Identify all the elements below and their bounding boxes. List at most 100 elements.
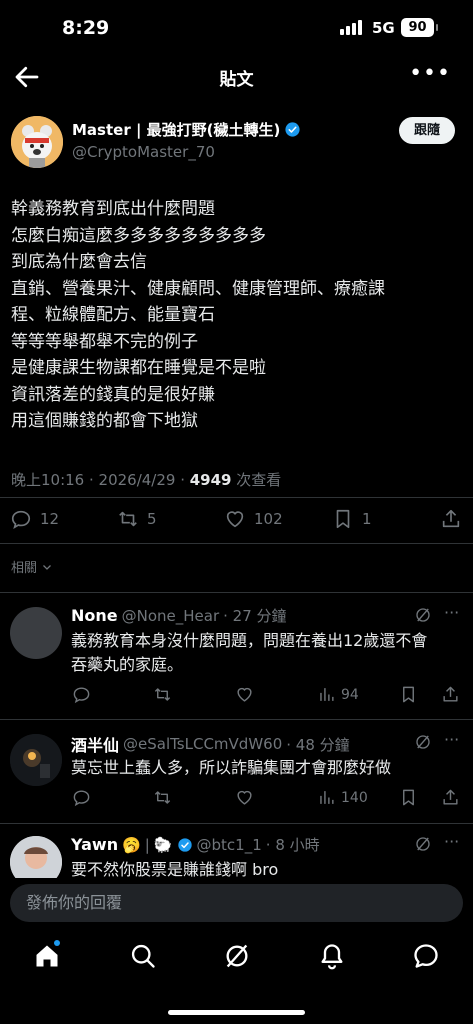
reply-text: 莫忘世上蠢人多，所以詐騙集團才會那麼好做 [71, 756, 463, 780]
heart-icon [226, 511, 244, 528]
retweet-icon [119, 511, 137, 527]
reply-author-handle[interactable]: @btc1_1 [197, 836, 262, 854]
bookmark-button[interactable] [399, 788, 418, 807]
reply-more-button[interactable]: ··· [444, 730, 459, 749]
battery-level: 90 [408, 20, 427, 35]
avatar[interactable] [10, 836, 62, 878]
bookmark-icon [336, 509, 350, 529]
reply-time: · 8 小時 [265, 836, 320, 854]
author-handle[interactable]: @CryptoMaster_70 [72, 143, 215, 161]
search-icon[interactable] [129, 942, 157, 970]
follow-button[interactable]: 跟隨 [399, 117, 455, 144]
like-button[interactable] [235, 788, 254, 807]
reply-item[interactable]: 酒半仙 @eSalTsLCCmVdW60 · 48 分鐘 ··· 莫忘世上蠢人多… [0, 720, 473, 823]
lantern-avatar-icon [10, 734, 62, 786]
heart-icon [237, 790, 252, 805]
retweet-button[interactable] [153, 788, 172, 807]
tweet-line: 幹義務教育到底出什麼問題 [11, 199, 215, 219]
reply-icon [73, 790, 90, 807]
home-indicator [168, 1010, 305, 1015]
share-button[interactable] [440, 508, 462, 530]
more-button[interactable]: ••• [409, 63, 451, 85]
reply-author-name[interactable]: 酒半仙 [71, 732, 119, 756]
grok-icon[interactable] [223, 942, 251, 970]
yawn-emoji: 🥱 [122, 835, 141, 854]
verified-badge-icon [285, 122, 300, 137]
reply-time: · 27 分鐘 [223, 607, 287, 625]
reply-item[interactable]: Yawn 🥱 | 🐑 @btc1_1 · 8 小時 ··· 要不然你股票是賺誰錢… [0, 824, 473, 878]
reply-button[interactable] [72, 788, 91, 807]
sort-dropdown[interactable]: 相關 [11, 557, 53, 576]
grok-icon[interactable] [414, 835, 432, 853]
reply-line: 義務教育本身沒什麼問題，問題在養出12歲還不會 [71, 631, 428, 650]
sort-label: 相關 [11, 561, 38, 576]
reply-button[interactable] [72, 685, 91, 704]
reply-icon [11, 510, 31, 529]
reply-button[interactable]: 12 [10, 508, 59, 530]
messages-icon[interactable] [412, 942, 440, 970]
share-icon [443, 686, 458, 702]
tweet-line: 直銷、營養果汁、健康顧問、健康管理師、療癒課 [11, 278, 385, 299]
reply-text: 義務教育本身沒什麼問題，問題在養出12歲還不會 吞藥丸的家庭。 [71, 629, 463, 677]
sheep-emoji: 🐑 [153, 835, 173, 854]
grok-icon[interactable] [414, 606, 432, 624]
page-title: 貼文 [219, 70, 254, 90]
view-count[interactable]: 4949 [190, 471, 232, 489]
reply-time: · 48 分鐘 [286, 735, 350, 754]
like-count: 102 [254, 510, 283, 528]
retweet-button[interactable]: 5 [117, 508, 157, 530]
reply-more-button[interactable]: ··· [444, 832, 459, 851]
views-count: 94 [341, 686, 359, 703]
tweet-line: 資訊落差的錢真的是很好賺 [11, 384, 215, 405]
bottom-nav [0, 930, 473, 986]
like-button[interactable]: 102 [224, 508, 283, 530]
reply-composer-input[interactable]: 發佈你的回覆 [10, 884, 463, 922]
divider [0, 543, 473, 544]
tweet-text: 幹義務教育到底出什麼問題 怎麼白痴這麼多多多多多多多多多 到底為什麼會去信 直銷… [11, 196, 463, 435]
avatar[interactable] [10, 734, 62, 786]
reply-header: Yawn 🥱 | 🐑 @btc1_1 · 8 小時 [71, 834, 320, 855]
like-button[interactable] [235, 685, 254, 704]
retweet-count: 5 [147, 510, 157, 528]
tweet-line: 等等等舉都舉不完的例子 [11, 331, 198, 352]
home-icon[interactable] [33, 942, 61, 970]
share-button[interactable] [441, 685, 460, 704]
retweet-button[interactable] [153, 685, 172, 704]
author-avatar[interactable] [11, 116, 63, 168]
bookmark-button[interactable]: 1 [332, 508, 372, 530]
verified-badge-icon [177, 837, 192, 852]
tweet-timestamp: 晚上10:16 · 2026/4/29 · [11, 471, 190, 489]
reply-author-name[interactable]: None [71, 606, 118, 625]
share-button[interactable] [441, 788, 460, 807]
views-button[interactable]: 94 [317, 685, 359, 704]
tweet-meta: 晚上10:16 · 2026/4/29 · 4949 次查看 [11, 469, 281, 490]
notifications-icon[interactable] [318, 942, 346, 970]
bookmark-button[interactable] [399, 685, 418, 704]
bookmark-count: 1 [362, 510, 372, 528]
reply-actions: 140 [0, 788, 473, 810]
reply-author-handle[interactable]: @None_Hear [122, 607, 220, 625]
author-name-row[interactable]: Master | 最強打野(穢土轉生) [72, 119, 301, 140]
reply-header: 酒半仙 @eSalTsLCCmVdW60 · 48 分鐘 [71, 732, 350, 756]
views-button[interactable]: 140 [317, 788, 368, 807]
author-name[interactable]: Master | 最強打野(穢土轉生) [72, 119, 280, 140]
divider [0, 497, 473, 498]
chevron-down-icon [43, 564, 51, 570]
signal-icon [340, 20, 362, 35]
reply-author-handle[interactable]: @eSalTsLCCmVdW60 [123, 735, 282, 753]
bookmark-icon [403, 686, 414, 703]
reply-item[interactable]: None @None_Hear · 27 分鐘 ··· 義務教育本身沒什麼問題，… [0, 593, 473, 719]
more-horizontal-icon: ••• [409, 61, 451, 86]
analytics-icon [320, 688, 334, 701]
tweet-line: 程、粒線體配方、能量寶石 [11, 305, 215, 325]
reply-icon [73, 687, 90, 704]
share-icon [442, 509, 460, 528]
reply-author-name[interactable]: Yawn [71, 835, 118, 854]
views-count: 140 [341, 789, 368, 806]
bookmark-icon [403, 789, 414, 806]
avatar[interactable] [10, 607, 62, 659]
person-avatar-icon [10, 836, 62, 878]
reply-count: 12 [40, 510, 60, 528]
reply-more-button[interactable]: ··· [444, 603, 459, 622]
grok-icon[interactable] [414, 733, 432, 751]
